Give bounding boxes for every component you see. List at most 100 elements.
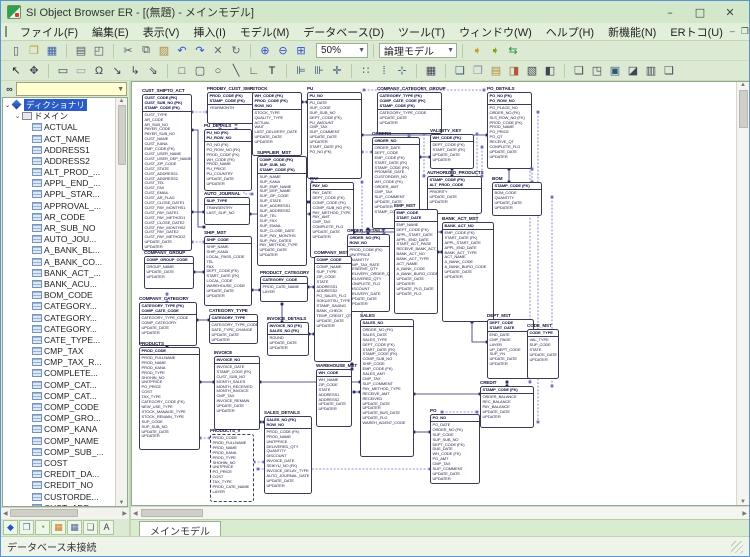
distribute-v-icon[interactable]: ⁞ [375, 62, 393, 79]
canvas-vertical-scrollbar[interactable]: ▲ ▼ [736, 82, 749, 505]
scroll-right-icon[interactable]: ▶ [742, 510, 747, 517]
entity-stock[interactable]: STOCKWH_CODE (FK)PROD_CODE (FK)ROW_NOSTO… [252, 86, 302, 156]
entity-order-details[interactable]: ORDER_DETAILSORDER_NO (FK)ROW_NOPROD_COD… [347, 228, 390, 312]
menu-item-5[interactable]: データベース(D) [296, 22, 391, 42]
shape-rect-icon[interactable]: □ [173, 62, 191, 79]
tree-vertical-scrollbar[interactable]: ▲ ▼ [115, 98, 127, 506]
tree-item-20[interactable]: CMP_TAX [3, 345, 115, 356]
tree-node-domain[interactable]: ⌄ドメイン [3, 111, 115, 122]
redo-icon[interactable]: ↷ [191, 42, 209, 59]
entity-category-type[interactable]: CATEGORY_TYPECATEGORY_TYPECATEGORY_TYPE_… [209, 308, 258, 344]
align-center-icon[interactable]: ⊪ [310, 62, 328, 79]
tab-history[interactable]: ◔ [35, 520, 50, 535]
window-tile-icon[interactable]: ◳ [588, 62, 606, 79]
shape-polyline-icon[interactable]: ∟ [245, 62, 263, 79]
open-icon[interactable]: ❒ [25, 42, 43, 59]
tree-item-6[interactable]: APPL_STAR... [3, 189, 115, 200]
tree-item-29[interactable]: COMP_SUB_... [3, 446, 115, 457]
distribute-h-icon[interactable]: ∷ [357, 62, 375, 79]
pan-icon[interactable]: ✥ [25, 62, 43, 79]
entity-po-details[interactable]: PO_DETAILSPO_NO (FK)PO_ROW_NOPO_PLACE_NO… [487, 86, 532, 169]
tree-item-23[interactable]: COMP_CAT... [3, 379, 115, 390]
tree-item-2[interactable]: ADDRESS1 [3, 144, 115, 155]
new-icon[interactable]: ▯ [7, 42, 25, 59]
tab-page[interactable]: ❏ [83, 520, 98, 535]
window-cascade-icon[interactable]: ❏ [570, 62, 588, 79]
menu-item-6[interactable]: ツール(T) [391, 22, 452, 42]
relation-identifying-icon[interactable]: ↘ [108, 62, 126, 79]
tab-main-model[interactable]: メインモデル [139, 521, 221, 536]
lock-icon[interactable]: ▧ [523, 62, 541, 79]
tree-item-1[interactable]: ACT_NAME [3, 133, 115, 144]
tree-item-12[interactable]: A_BANK_CO... [3, 256, 115, 267]
expand-icon[interactable]: ⌄ [13, 112, 22, 120]
undo-icon[interactable]: ↶ [173, 42, 191, 59]
tree-item-32[interactable]: CREDIT_NO [3, 480, 115, 491]
delete-icon[interactable]: ✕ [209, 42, 227, 59]
tree-item-13[interactable]: BANK_ACT_... [3, 267, 115, 278]
align-middle-icon[interactable]: ✛ [328, 62, 346, 79]
entity-icon[interactable]: ▭ [54, 62, 72, 79]
tree-item-10[interactable]: AUTO_JOU... [3, 234, 115, 245]
model-export-icon[interactable]: ➧ [486, 42, 504, 59]
entity-sales[interactable]: SALESSALES_NOORDER_NO (FK)SALES_DATESALE… [360, 313, 414, 457]
entity-emp-mst[interactable]: EMP_MSTEMP_CODESTART_DATEEMP_NAMEDEPT_CO… [394, 203, 438, 314]
entity-bank-act-mst[interactable]: BANK_ACT_MSTBANK_ACT_NOEMP_CODE (FK)STAR… [442, 216, 494, 322]
menu-item-9[interactable]: 新機能(N) [601, 22, 663, 42]
tree-item-34[interactable]: CUST_ADD... [3, 502, 115, 506]
style-icon[interactable]: ◧ [541, 62, 559, 79]
tree-item-4[interactable]: ALT_PROD_... [3, 166, 115, 177]
tree-horizontal-scrollbar[interactable]: ◀ ▶ [1, 507, 129, 519]
entity-products-v[interactable]: PRODUCTS_VPROD_CODEPROD_FULLNAMEPROD_NAM… [210, 428, 254, 502]
entity-cust-shipto-act[interactable]: CUST_SHIPTO_ACTCUST_CODE (PK)CUST_SUB_NO… [142, 88, 192, 251]
scroll-right-icon[interactable]: ▶ [122, 510, 127, 517]
tab-dictionary[interactable]: ◆ [3, 520, 18, 535]
tree-root-dictionary[interactable]: ⌄ディクショナリ [3, 99, 115, 110]
tree-item-22[interactable]: COMPLETE... [3, 368, 115, 379]
blank-icon[interactable]: ❑ [660, 62, 678, 79]
entity-warehouse-mst[interactable]: WAREHOUSE_MSTWH_CODEWH_NAMEZIP_CODESTATE… [316, 363, 352, 427]
entity-company-mst[interactable]: COMPANY_MSTCOMP_CODECOMP_NAMESUP_TYPEZIP… [314, 250, 352, 362]
tree-item-15[interactable]: BOM_CODE [3, 290, 115, 301]
menu-item-3[interactable]: 挿入(I) [186, 22, 232, 42]
entity-product-category[interactable]: PRODUCT_CATEGORYCATEGORY_CODEPROD_CATE_N… [260, 270, 308, 302]
tree-item-31[interactable]: CREDIT_DA... [3, 469, 115, 480]
close-button[interactable]: ✕ [715, 3, 745, 21]
entity-pu[interactable]: PUPU_NOPU_DATESUP_CODESUP_SUB_NODEPT_COD… [307, 86, 362, 179]
tab-report[interactable]: ▦ [67, 520, 82, 535]
note-icon[interactable]: ◪ [624, 62, 642, 79]
resize-grip[interactable] [731, 541, 743, 553]
entity-products[interactable]: PRODUCTSPROD_CODEPROD_FULLNAMEPROD_NAMEP… [139, 341, 200, 450]
menu-item-8[interactable]: ヘルプ(H) [539, 22, 601, 42]
diagram-canvas[interactable]: CUST_SHIPTO_ACTCUST_CODE (PK)CUST_SUB_NO… [131, 81, 749, 506]
print-preview-icon[interactable]: ◰ [90, 42, 108, 59]
send-back-icon[interactable]: ❐ [469, 62, 487, 79]
tree-item-11[interactable]: A_BANK_BL... [3, 245, 115, 256]
tree-item-33[interactable]: CUSTORDE... [3, 491, 115, 502]
mdi-restore-button[interactable]: ❐ [741, 26, 749, 37]
entity-ship-mst[interactable]: SHIP_MSTSHIP_CODESHIP_NAMESHIP_KANALOCAL… [204, 230, 252, 306]
entity-company-category-group[interactable]: COMPANY_CATEGORY_GROUPCATEGORY_TYPE (FK)… [377, 86, 442, 134]
zoom-fit-icon[interactable]: ⊞ [292, 42, 310, 59]
menu-item-1[interactable]: 編集(E) [85, 22, 136, 42]
expand-icon[interactable]: ⌄ [3, 101, 12, 109]
menu-item-10[interactable]: ERトコ(U) [663, 22, 730, 42]
tree-item-9[interactable]: AR_SUB_NO [3, 222, 115, 233]
tree-item-24[interactable]: COMP_CAT... [3, 390, 115, 401]
tree-item-7[interactable]: APPROVAL_... [3, 200, 115, 211]
mdi-minimize-button[interactable]: – [730, 26, 735, 37]
entity-auto-journal[interactable]: AUTO_JOURNALSLIP_TYPETRANSENTRYLAST_SLIP… [204, 191, 250, 225]
entity-bom[interactable]: BOMSTAMP_CODE (FK)BOM_CODEQUANTITYUPDATE… [492, 176, 542, 216]
db-sync-icon[interactable]: ⇆ [504, 42, 522, 59]
model-import-icon[interactable]: ➧ [468, 42, 486, 59]
tree-item-3[interactable]: ADDRESS2 [3, 155, 115, 166]
shape-text-icon[interactable]: T [263, 62, 281, 79]
tab-objects[interactable]: ❒ [19, 520, 34, 535]
menu-item-4[interactable]: モデル(M) [233, 22, 297, 42]
tree-item-5[interactable]: APPL_END_... [3, 178, 115, 189]
tree-item-26[interactable]: COMP_GRO... [3, 413, 115, 424]
refresh-icon[interactable]: ↻ [227, 42, 245, 59]
search-input[interactable] [17, 84, 115, 94]
entity-company-category[interactable]: COMPANY_CATEGORYCATEGORY_TYPE (FK)COMP_C… [139, 296, 197, 346]
tree-item-28[interactable]: COMP_NAME [3, 435, 115, 446]
